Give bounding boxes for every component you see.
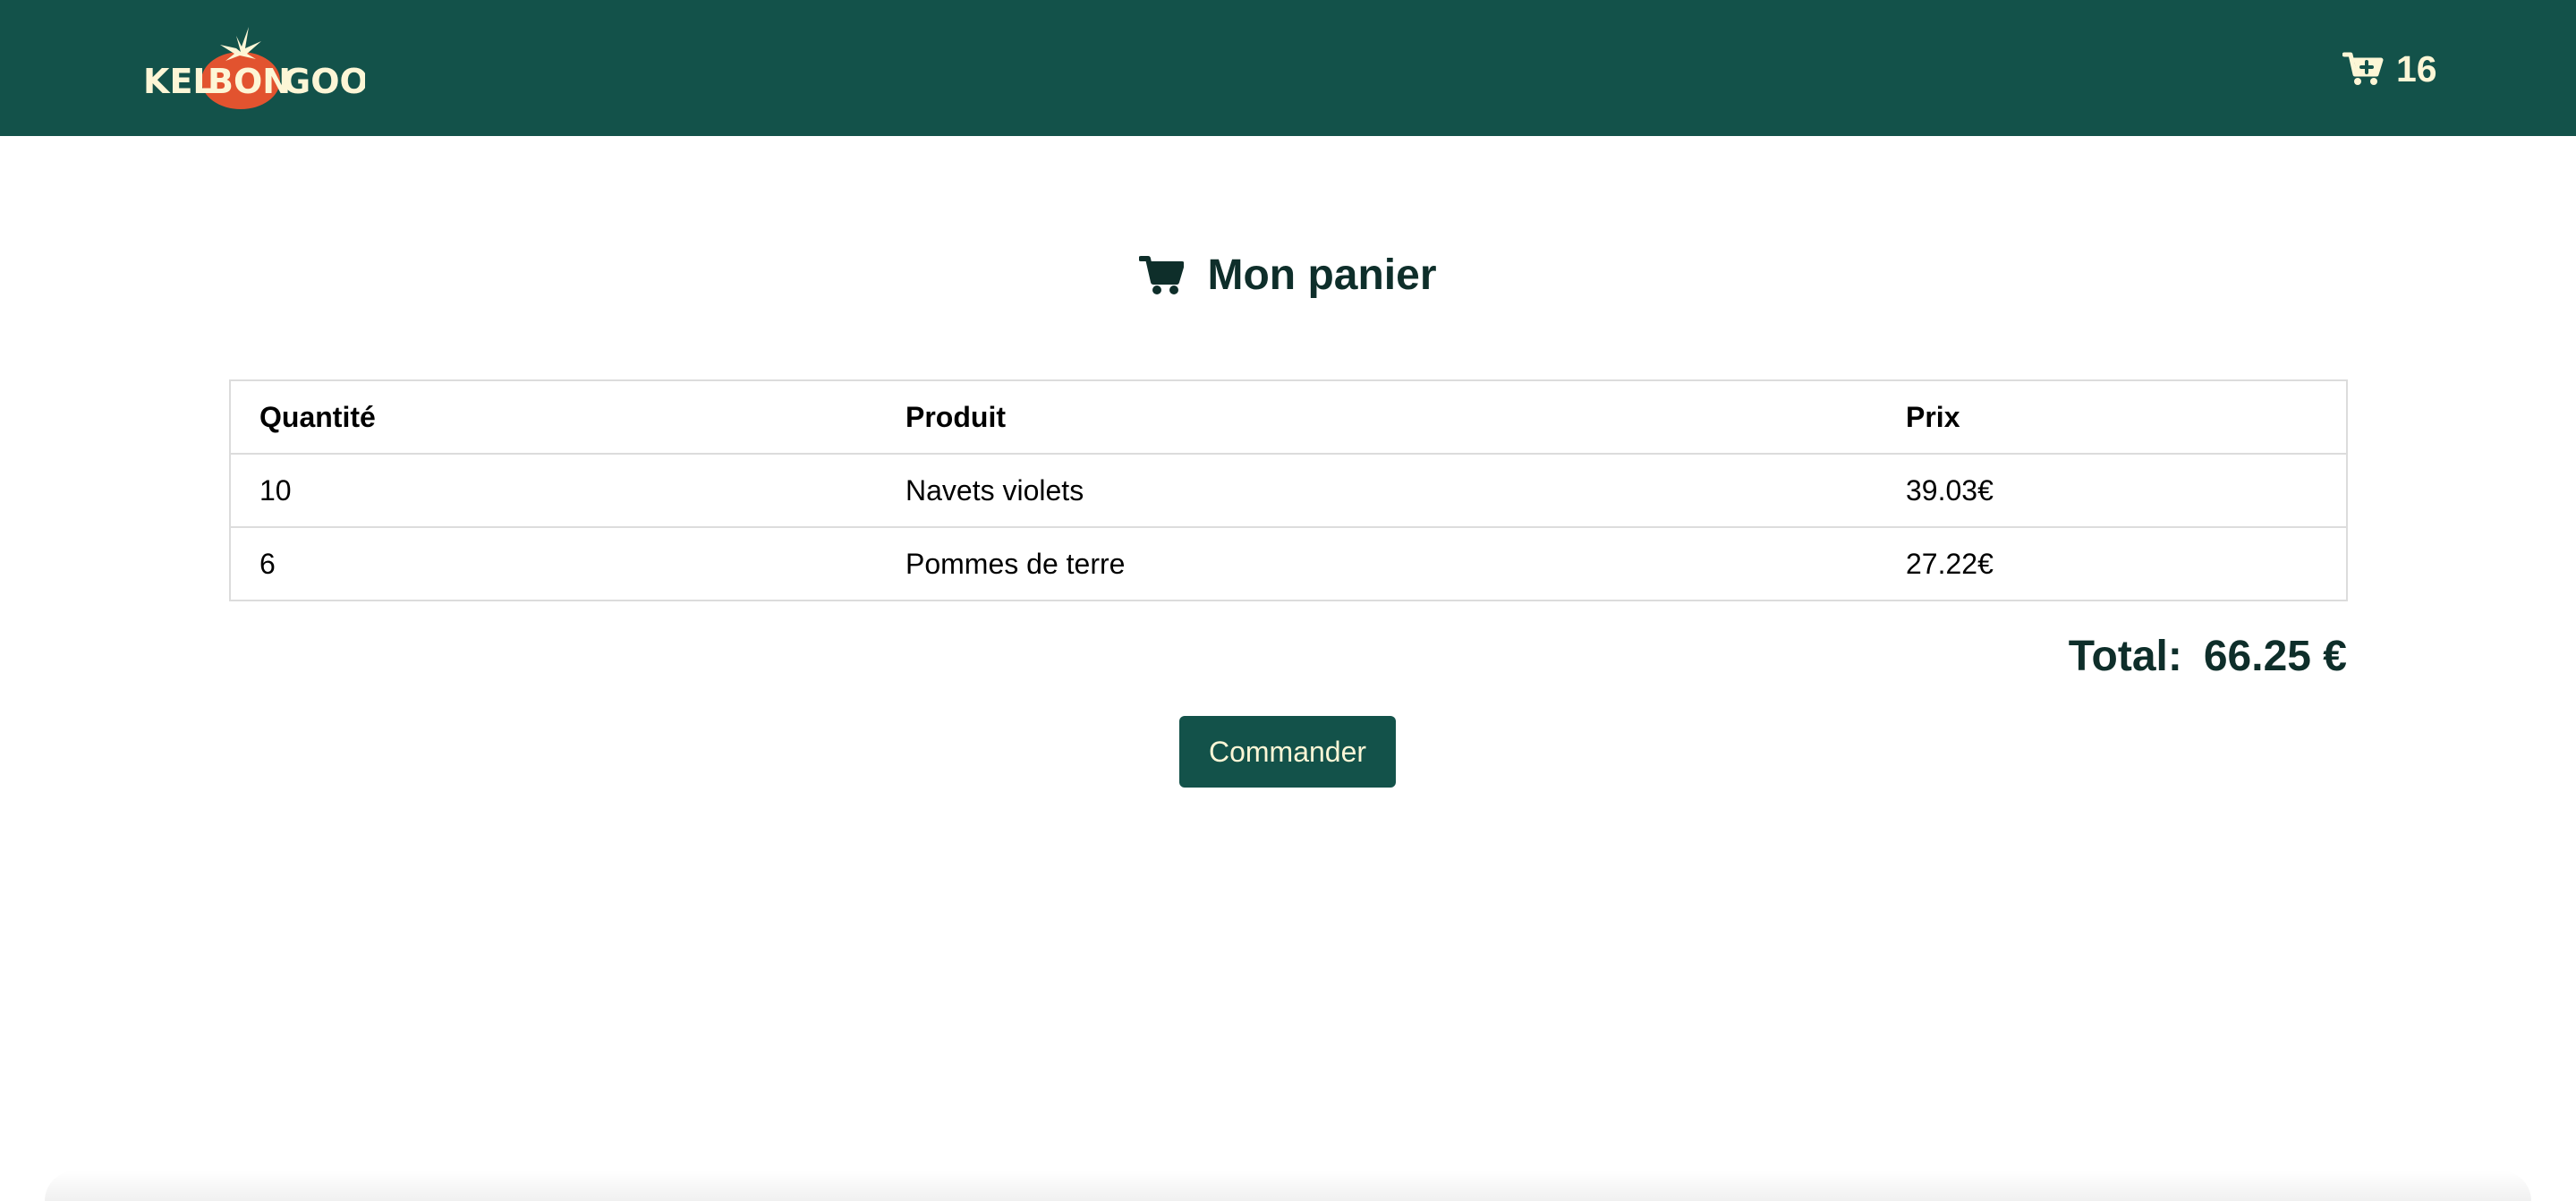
logo-text-middle: BON [208, 62, 291, 101]
table-header-row: Quantité Produit Prix [230, 380, 2347, 455]
table-row: 10 Navets violets 39.03€ [230, 454, 2347, 528]
logo-text-left: KEL [143, 62, 215, 101]
row-quantity: 10 [230, 454, 877, 528]
logo-text-right: GOO [283, 62, 365, 101]
table-row: 6 Pommes de terre 27.22€ [230, 527, 2347, 600]
page-title: Mon panier [1207, 251, 1437, 299]
total-value: 66.25 € [2203, 633, 2347, 680]
cart-item-count: 16 [2396, 47, 2437, 89]
bottom-shadow [45, 1171, 2531, 1201]
total-label: Total: [2068, 633, 2182, 680]
cart-table: Quantité Produit Prix 10 Navets violets … [229, 379, 2348, 601]
row-product: Pommes de terre [905, 547, 1126, 580]
cart-plus-icon [2342, 52, 2384, 85]
column-header-product: Produit [877, 380, 1877, 455]
row-quantity: 6 [259, 547, 276, 580]
order-button[interactable]: Commander [1179, 716, 1396, 788]
page-heading: Mon panier [0, 251, 2576, 300]
kelbongoo-logo-image: KEL BON GOO [143, 27, 369, 109]
kelbongoo-logo[interactable]: KEL BON GOO [141, 25, 369, 111]
shopping-cart-icon [1139, 255, 1185, 294]
row-product: Navets violets [877, 454, 1877, 528]
row-price: 27.22€ [1906, 547, 1994, 580]
column-header-price: Prix [1877, 380, 2347, 455]
cart-total: Total: 66.25 € [2069, 632, 2347, 681]
row-price: 39.03€ [1877, 454, 2347, 528]
cart-link[interactable]: 16 [2342, 43, 2437, 95]
top-navbar: KEL BON GOO 16 [0, 0, 2576, 136]
column-header-quantity: Quantité [230, 380, 877, 455]
